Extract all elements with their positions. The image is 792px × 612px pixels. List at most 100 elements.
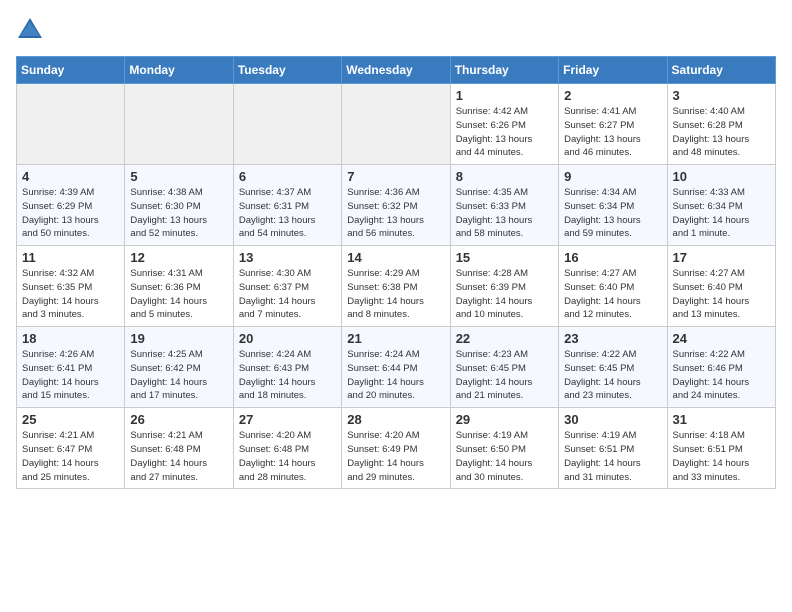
calendar-cell: 27 Sunrise: 4:20 AM Sunset: 6:48 PM Dayli… [233, 408, 341, 489]
week-row-0: 1 Sunrise: 4:42 AM Sunset: 6:26 PM Daylig… [17, 84, 776, 165]
logo-icon [16, 16, 44, 44]
day-number: 17 [673, 250, 770, 265]
day-number: 27 [239, 412, 336, 427]
day-info: Sunrise: 4:18 AM Sunset: 6:51 PM Dayligh… [673, 429, 770, 484]
calendar-cell: 15 Sunrise: 4:28 AM Sunset: 6:39 PM Dayli… [450, 246, 558, 327]
day-info: Sunrise: 4:22 AM Sunset: 6:46 PM Dayligh… [673, 348, 770, 403]
day-info: Sunrise: 4:37 AM Sunset: 6:31 PM Dayligh… [239, 186, 336, 241]
calendar-cell: 16 Sunrise: 4:27 AM Sunset: 6:40 PM Dayli… [559, 246, 667, 327]
calendar-cell: 20 Sunrise: 4:24 AM Sunset: 6:43 PM Dayli… [233, 327, 341, 408]
calendar-cell: 4Sunrise: 4:39 AM Sunset: 6:29 PM Daylig… [17, 165, 125, 246]
day-number: 13 [239, 250, 336, 265]
week-row-4: 25 Sunrise: 4:21 AM Sunset: 6:47 PM Dayli… [17, 408, 776, 489]
day-info: Sunrise: 4:19 AM Sunset: 6:51 PM Dayligh… [564, 429, 661, 484]
day-number: 25 [22, 412, 119, 427]
day-info: Sunrise: 4:21 AM Sunset: 6:48 PM Dayligh… [130, 429, 227, 484]
day-info: Sunrise: 4:28 AM Sunset: 6:39 PM Dayligh… [456, 267, 553, 322]
day-info: Sunrise: 4:24 AM Sunset: 6:43 PM Dayligh… [239, 348, 336, 403]
calendar-cell: 30 Sunrise: 4:19 AM Sunset: 6:51 PM Dayli… [559, 408, 667, 489]
calendar-cell: 28 Sunrise: 4:20 AM Sunset: 6:49 PM Dayli… [342, 408, 450, 489]
week-row-1: 4Sunrise: 4:39 AM Sunset: 6:29 PM Daylig… [17, 165, 776, 246]
col-header-tuesday: Tuesday [233, 57, 341, 84]
day-number: 22 [456, 331, 553, 346]
calendar-cell: 1 Sunrise: 4:42 AM Sunset: 6:26 PM Daylig… [450, 84, 558, 165]
calendar-cell [233, 84, 341, 165]
day-number: 19 [130, 331, 227, 346]
header-row: SundayMondayTuesdayWednesdayThursdayFrid… [17, 57, 776, 84]
day-info: Sunrise: 4:20 AM Sunset: 6:48 PM Dayligh… [239, 429, 336, 484]
day-number: 1 [456, 88, 553, 103]
col-header-monday: Monday [125, 57, 233, 84]
day-number: 12 [130, 250, 227, 265]
calendar-cell: 23Sunrise: 4:22 AM Sunset: 6:45 PM Dayli… [559, 327, 667, 408]
day-number: 23 [564, 331, 661, 346]
calendar-cell: 6 Sunrise: 4:37 AM Sunset: 6:31 PM Daylig… [233, 165, 341, 246]
day-info: Sunrise: 4:20 AM Sunset: 6:49 PM Dayligh… [347, 429, 444, 484]
day-info: Sunrise: 4:27 AM Sunset: 6:40 PM Dayligh… [564, 267, 661, 322]
page-header [16, 16, 776, 44]
day-info: Sunrise: 4:32 AM Sunset: 6:35 PM Dayligh… [22, 267, 119, 322]
calendar-cell: 7 Sunrise: 4:36 AM Sunset: 6:32 PM Daylig… [342, 165, 450, 246]
day-info: Sunrise: 4:41 AM Sunset: 6:27 PM Dayligh… [564, 105, 661, 160]
day-number: 28 [347, 412, 444, 427]
calendar-cell: 2Sunrise: 4:41 AM Sunset: 6:27 PM Daylig… [559, 84, 667, 165]
calendar-cell [342, 84, 450, 165]
day-info: Sunrise: 4:33 AM Sunset: 6:34 PM Dayligh… [673, 186, 770, 241]
day-number: 11 [22, 250, 119, 265]
day-info: Sunrise: 4:35 AM Sunset: 6:33 PM Dayligh… [456, 186, 553, 241]
day-info: Sunrise: 4:25 AM Sunset: 6:42 PM Dayligh… [130, 348, 227, 403]
week-row-3: 18 Sunrise: 4:26 AM Sunset: 6:41 PM Dayli… [17, 327, 776, 408]
day-number: 5 [130, 169, 227, 184]
col-header-friday: Friday [559, 57, 667, 84]
day-number: 20 [239, 331, 336, 346]
day-number: 18 [22, 331, 119, 346]
day-info: Sunrise: 4:34 AM Sunset: 6:34 PM Dayligh… [564, 186, 661, 241]
day-info: Sunrise: 4:39 AM Sunset: 6:29 PM Dayligh… [22, 186, 119, 241]
calendar-cell: 22 Sunrise: 4:23 AM Sunset: 6:45 PM Dayli… [450, 327, 558, 408]
col-header-sunday: Sunday [17, 57, 125, 84]
col-header-wednesday: Wednesday [342, 57, 450, 84]
calendar-cell: 8 Sunrise: 4:35 AM Sunset: 6:33 PM Daylig… [450, 165, 558, 246]
day-info: Sunrise: 4:31 AM Sunset: 6:36 PM Dayligh… [130, 267, 227, 322]
calendar-cell: 17 Sunrise: 4:27 AM Sunset: 6:40 PM Dayli… [667, 246, 775, 327]
day-info: Sunrise: 4:29 AM Sunset: 6:38 PM Dayligh… [347, 267, 444, 322]
calendar-cell: 29Sunrise: 4:19 AM Sunset: 6:50 PM Dayli… [450, 408, 558, 489]
day-info: Sunrise: 4:42 AM Sunset: 6:26 PM Dayligh… [456, 105, 553, 160]
calendar-cell: 13Sunrise: 4:30 AM Sunset: 6:37 PM Dayli… [233, 246, 341, 327]
day-info: Sunrise: 4:26 AM Sunset: 6:41 PM Dayligh… [22, 348, 119, 403]
day-info: Sunrise: 4:27 AM Sunset: 6:40 PM Dayligh… [673, 267, 770, 322]
calendar-cell: 25 Sunrise: 4:21 AM Sunset: 6:47 PM Dayli… [17, 408, 125, 489]
week-row-2: 11 Sunrise: 4:32 AM Sunset: 6:35 PM Dayli… [17, 246, 776, 327]
day-number: 31 [673, 412, 770, 427]
calendar-cell: 21 Sunrise: 4:24 AM Sunset: 6:44 PM Dayli… [342, 327, 450, 408]
day-info: Sunrise: 4:23 AM Sunset: 6:45 PM Dayligh… [456, 348, 553, 403]
day-info: Sunrise: 4:24 AM Sunset: 6:44 PM Dayligh… [347, 348, 444, 403]
day-info: Sunrise: 4:36 AM Sunset: 6:32 PM Dayligh… [347, 186, 444, 241]
calendar-cell: 26 Sunrise: 4:21 AM Sunset: 6:48 PM Dayli… [125, 408, 233, 489]
day-info: Sunrise: 4:19 AM Sunset: 6:50 PM Dayligh… [456, 429, 553, 484]
calendar-cell: 18 Sunrise: 4:26 AM Sunset: 6:41 PM Dayli… [17, 327, 125, 408]
day-number: 30 [564, 412, 661, 427]
calendar-cell: 5 Sunrise: 4:38 AM Sunset: 6:30 PM Daylig… [125, 165, 233, 246]
day-number: 14 [347, 250, 444, 265]
calendar-cell: 31 Sunrise: 4:18 AM Sunset: 6:51 PM Dayli… [667, 408, 775, 489]
day-number: 16 [564, 250, 661, 265]
day-info: Sunrise: 4:21 AM Sunset: 6:47 PM Dayligh… [22, 429, 119, 484]
logo [16, 16, 48, 44]
day-number: 24 [673, 331, 770, 346]
col-header-saturday: Saturday [667, 57, 775, 84]
day-number: 10 [673, 169, 770, 184]
day-info: Sunrise: 4:40 AM Sunset: 6:28 PM Dayligh… [673, 105, 770, 160]
day-number: 26 [130, 412, 227, 427]
day-info: Sunrise: 4:38 AM Sunset: 6:30 PM Dayligh… [130, 186, 227, 241]
day-number: 8 [456, 169, 553, 184]
calendar-cell: 11 Sunrise: 4:32 AM Sunset: 6:35 PM Dayli… [17, 246, 125, 327]
calendar-cell [125, 84, 233, 165]
day-number: 7 [347, 169, 444, 184]
day-number: 15 [456, 250, 553, 265]
day-number: 9 [564, 169, 661, 184]
calendar-cell: 24 Sunrise: 4:22 AM Sunset: 6:46 PM Dayli… [667, 327, 775, 408]
day-number: 6 [239, 169, 336, 184]
day-number: 21 [347, 331, 444, 346]
calendar-cell: 3Sunrise: 4:40 AM Sunset: 6:28 PM Daylig… [667, 84, 775, 165]
